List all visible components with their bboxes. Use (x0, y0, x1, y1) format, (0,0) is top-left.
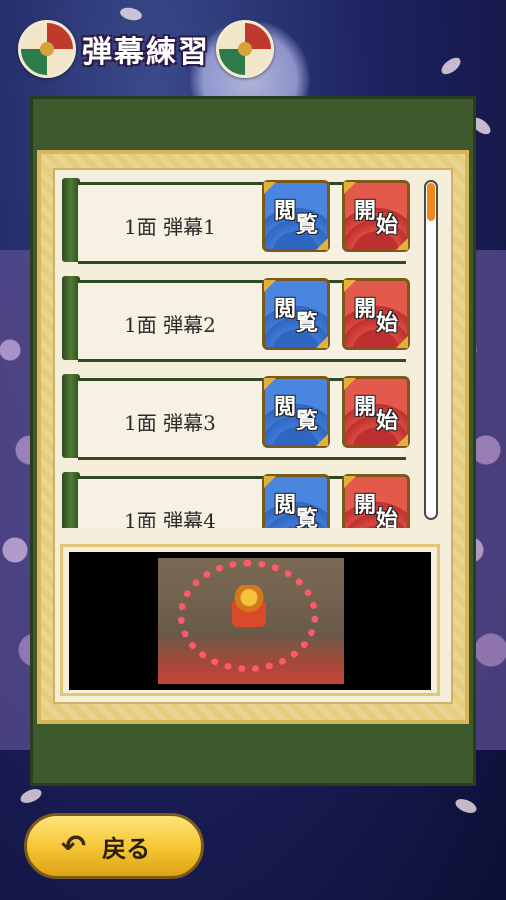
fan-emblem-icon (18, 20, 76, 78)
view-button[interactable]: 閲覧 (262, 474, 330, 528)
list-item: 1面 弾幕3 閲覧 開始 (58, 374, 416, 460)
view-button[interactable]: 閲覧 (262, 376, 330, 448)
start-button[interactable]: 開始 (342, 278, 410, 350)
list-item: 1面 弾幕1 閲覧 開始 (58, 178, 416, 264)
list-scrollbar[interactable] (424, 180, 438, 520)
start-button[interactable]: 開始 (342, 376, 410, 448)
scrollbar-thumb[interactable] (427, 183, 435, 221)
start-button[interactable]: 開始 (342, 474, 410, 528)
back-button[interactable]: ↶ 戻る (24, 813, 204, 879)
view-button[interactable]: 閲覧 (262, 180, 330, 252)
list-item-label: 1面 弾幕1 (124, 215, 216, 239)
list-item: 1面 弾幕4 閲覧 開始 (58, 472, 416, 528)
title-bar: 弾幕練習 (18, 20, 274, 78)
start-button[interactable]: 開始 (342, 180, 410, 252)
view-button[interactable]: 閲覧 (262, 278, 330, 350)
petal-icon (118, 4, 144, 24)
boss-sprite-image (232, 585, 266, 627)
danmaku-list[interactable]: 1面 弾幕1 閲覧 開始 1面 弾幕2 閲覧 開始 1面 弾幕3 閲覧 開始 1… (58, 178, 416, 528)
list-item-label: 1面 弾幕3 (124, 411, 216, 435)
list-item: 1面 弾幕2 閲覧 開始 (58, 276, 416, 362)
list-item-label: 1面 弾幕2 (124, 313, 216, 337)
petal-icon (438, 55, 464, 77)
list-item-label: 1面 弾幕4 (124, 509, 216, 528)
petal-icon (18, 787, 44, 805)
petal-icon (453, 795, 479, 817)
page-title: 弾幕練習 (82, 35, 210, 70)
back-button-label: 戻る (102, 833, 151, 863)
fan-emblem-icon (216, 20, 274, 78)
undo-arrow-icon: ↶ (61, 828, 87, 864)
